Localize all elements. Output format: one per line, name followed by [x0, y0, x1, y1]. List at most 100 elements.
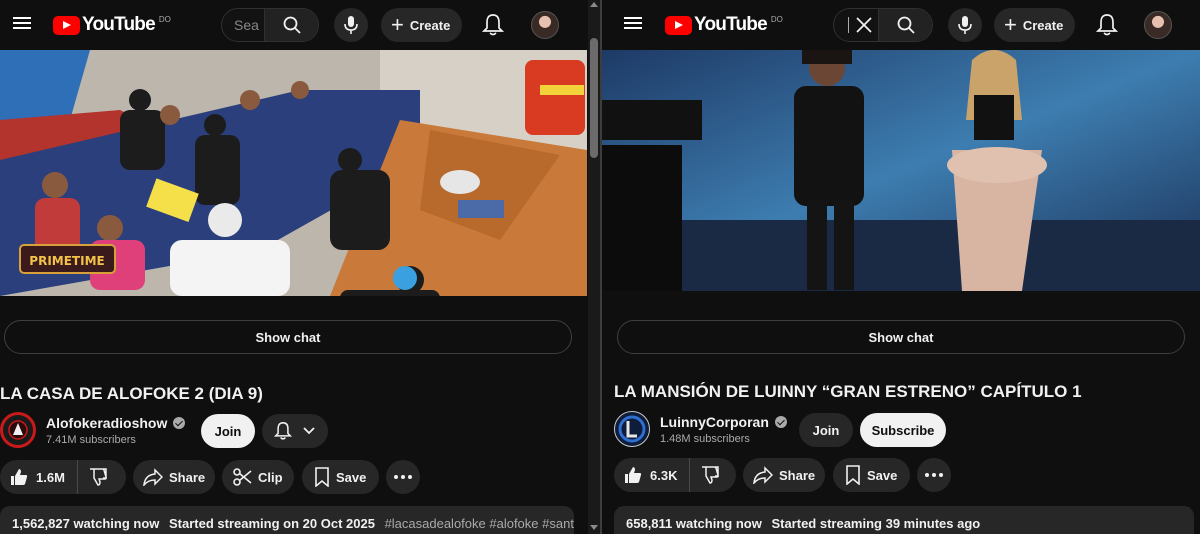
hamburger-icon[interactable] [11, 14, 33, 32]
account-avatar[interactable] [531, 11, 559, 39]
youtube-logo[interactable]: YouTube DO [53, 14, 171, 36]
like-count: 6.3K [650, 467, 678, 483]
create-label: Create [409, 17, 451, 33]
share-label: Share [169, 469, 206, 485]
scroll-down-arrow-icon[interactable] [590, 525, 598, 530]
create-button[interactable]: + Create [381, 8, 463, 42]
watching-count: 658,811 watching now [626, 516, 762, 531]
subscribe-button[interactable]: Subscribe [860, 413, 946, 447]
channel-name-text: Alofokeradioshow [46, 415, 168, 431]
search-icon [897, 16, 915, 34]
bell-icon [1095, 14, 1119, 36]
channel-name-text: LuinnyCorporan [660, 414, 769, 430]
video-frame [602, 50, 1200, 291]
like-button[interactable]: 6.3K [614, 458, 691, 492]
share-icon [753, 466, 773, 484]
more-actions-button[interactable] [917, 458, 951, 492]
notification-preference-button[interactable] [262, 414, 328, 448]
text-cursor [848, 17, 849, 33]
create-label: Create [1022, 17, 1064, 33]
show-chat-button[interactable]: Show chat [617, 320, 1185, 354]
search-box[interactable]: Sea [221, 8, 319, 42]
thumbs-up-icon [625, 467, 642, 483]
hamburger-icon[interactable] [622, 14, 644, 32]
channel-avatar[interactable] [614, 411, 650, 447]
save-button[interactable]: Save [833, 458, 910, 492]
plus-icon: + [391, 12, 404, 37]
youtube-logo[interactable]: YouTube DO [665, 14, 783, 36]
verified-icon [774, 416, 787, 428]
youtube-play-icon [665, 15, 692, 35]
description-box[interactable]: 1,562,827 watching now Started streaming… [0, 506, 574, 534]
thumbs-down-icon [702, 466, 720, 484]
notifications-button[interactable] [1095, 13, 1119, 42]
mic-icon [958, 16, 972, 34]
scrollbar-thumb[interactable] [590, 38, 598, 158]
account-avatar[interactable] [1144, 11, 1172, 39]
bookmark-icon [846, 465, 860, 485]
channel-logo-icon [8, 420, 28, 440]
stream-start: Started streaming 39 minutes ago [771, 516, 981, 531]
dislike-button[interactable] [78, 460, 118, 494]
channel-name[interactable]: LuinnyCorporan [660, 414, 787, 430]
chevron-down-icon [303, 427, 315, 435]
dislike-button[interactable] [690, 458, 730, 492]
save-label: Save [336, 469, 367, 485]
clear-icon[interactable] [855, 16, 873, 34]
youtube-play-icon [53, 15, 80, 35]
stream-start: Started streaming on 20 Oct 2025 [169, 516, 375, 531]
notifications-button[interactable] [481, 13, 505, 42]
video-frame: PRIMETIME [0, 50, 587, 296]
like-count: 1.6M [36, 469, 65, 485]
masthead: YouTube DO + Create [602, 0, 1200, 50]
share-label: Share [779, 467, 816, 483]
join-button[interactable]: Join [799, 413, 853, 447]
scrollbar[interactable] [588, 0, 600, 534]
hashtags[interactable]: #lacasadealofoke #alofoke #santiago [385, 516, 574, 531]
subscriber-count: 7.41M subscribers [46, 434, 136, 446]
thumbs-up-icon [11, 469, 28, 485]
save-button[interactable]: Save [302, 460, 379, 494]
region-code: DO [770, 14, 783, 24]
scissors-icon [233, 468, 252, 486]
more-icon [925, 473, 943, 477]
join-button[interactable]: Join [201, 414, 255, 448]
overlay-logo: PRIMETIME [29, 254, 104, 268]
clip-label: Clip [258, 469, 283, 485]
thumbs-down-icon [89, 468, 107, 486]
video-player[interactable] [602, 50, 1200, 291]
scroll-up-arrow-icon[interactable] [590, 2, 598, 7]
like-button[interactable]: 1.6M [0, 460, 78, 494]
description-box[interactable]: 658,811 watching now Started streaming 3… [614, 506, 1194, 534]
channel-avatar[interactable] [0, 412, 36, 448]
brand-name: YouTube [82, 14, 156, 35]
channel-name[interactable]: Alofokeradioshow [46, 415, 186, 431]
subscriber-count: 1.48M subscribers [660, 433, 750, 445]
bell-icon [274, 422, 292, 440]
search-button[interactable] [264, 9, 318, 41]
channel-logo-icon [618, 415, 646, 443]
masthead: YouTube DO Sea + Create [0, 0, 600, 50]
voice-search-button[interactable] [334, 8, 368, 42]
like-dislike-group: 1.6M [0, 460, 126, 494]
share-icon [143, 468, 163, 486]
more-actions-button[interactable] [386, 460, 420, 494]
create-button[interactable]: + Create [994, 8, 1076, 42]
video-title: LA MANSIÓN DE LUINNY “GRAN ESTRENO” CAPÍ… [614, 382, 1082, 401]
bell-icon [481, 14, 505, 36]
watching-count: 1,562,827 watching now [12, 516, 160, 531]
clip-button[interactable]: Clip [222, 460, 294, 494]
share-button[interactable]: Share [743, 458, 825, 492]
like-dislike-group: 6.3K [614, 458, 736, 492]
bookmark-icon [315, 467, 329, 487]
search-box[interactable] [833, 8, 933, 42]
search-button[interactable] [878, 9, 932, 41]
video-player[interactable]: PRIMETIME [0, 50, 587, 296]
voice-search-button[interactable] [948, 8, 982, 42]
region-code: DO [158, 14, 171, 24]
verified-icon [173, 417, 186, 429]
video-title: LA CASA DE ALOFOKE 2 (DIA 9) [0, 384, 263, 403]
brand-name: YouTube [694, 14, 768, 35]
show-chat-button[interactable]: Show chat [4, 320, 572, 354]
share-button[interactable]: Share [133, 460, 215, 494]
